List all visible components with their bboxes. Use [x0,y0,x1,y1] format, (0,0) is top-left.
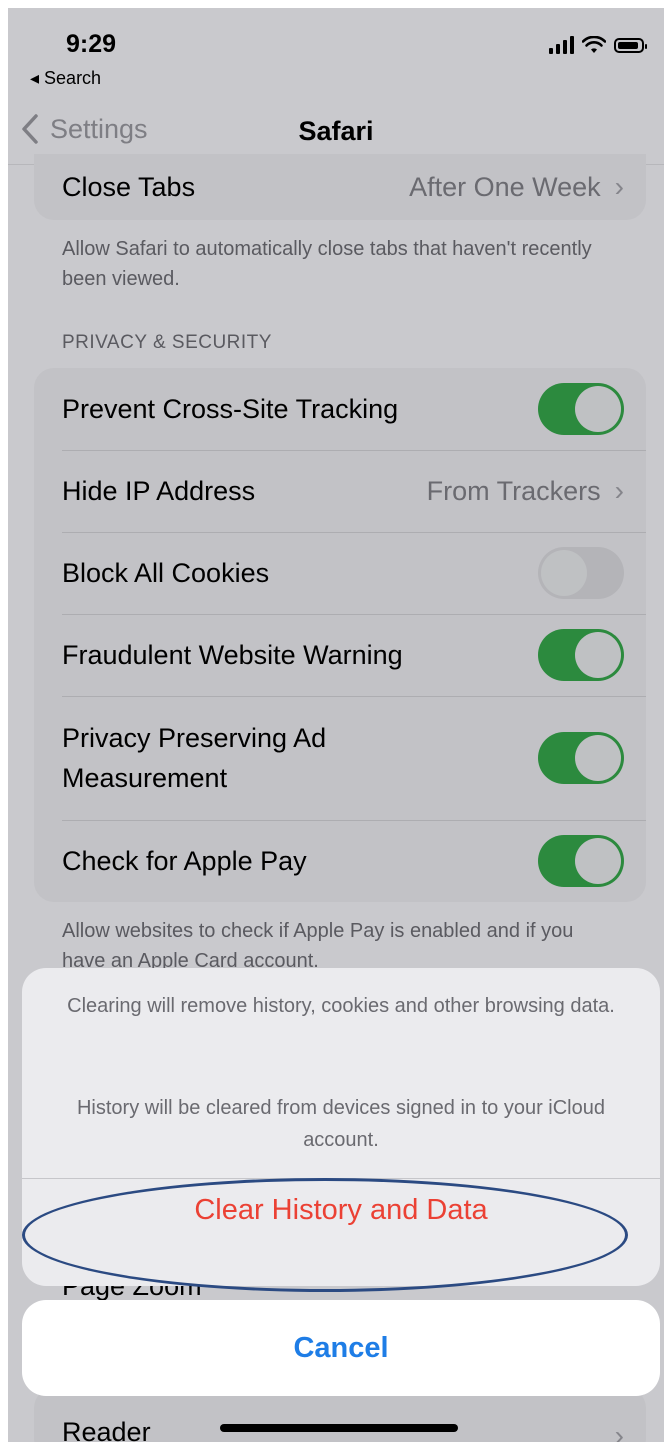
check-for-apple-pay-toggle[interactable] [538,835,624,887]
hide-ip-address-label: Hide IP Address [62,476,256,506]
chevron-right-icon: › [614,475,624,506]
status-icons [549,36,647,54]
safari-settings-screen: 9:29 ◂ Search Settings Safari Close Tabs… [8,8,664,1442]
wifi-icon [582,36,606,53]
chevron-right-icon: › [614,1420,624,1442]
chevron-right-icon: › [614,171,624,202]
apple-pay-footnote: Allow websites to check if Apple Pay is … [62,920,574,972]
close-tabs-row[interactable]: Close Tabs After One Week › [34,154,646,220]
block-all-cookies-label: Block All Cookies [62,558,270,588]
check-for-apple-pay-label: Check for Apple Pay [62,846,307,876]
fraudulent-website-warning-label: Fraudulent Website Warning [62,640,403,670]
sheet-message-secondary: History will be cleared from devices sig… [76,1097,605,1151]
cancel-button[interactable]: Cancel [22,1300,660,1396]
hide-ip-address-row[interactable]: Hide IP Address From Trackers › [34,450,646,532]
back-to-search-link[interactable]: ◂ Search [30,68,101,89]
sheet-message-primary: Clearing will remove history, cookies an… [67,995,615,1017]
page-title: Safari [298,116,374,146]
block-all-cookies-toggle[interactable] [538,547,624,599]
battery-icon [614,37,647,53]
privacy-preserving-ad-measurement-toggle[interactable] [538,732,624,784]
fraudulent-website-warning-toggle[interactable] [538,629,624,681]
close-tabs-label: Close Tabs [62,172,196,202]
prevent-cross-site-tracking-row: Prevent Cross-Site Tracking [34,368,646,450]
reader-card: Reader › [34,1388,646,1442]
hide-ip-address-value-text: From Trackers [426,475,601,506]
prevent-cross-site-tracking-toggle[interactable] [538,383,624,435]
status-time: 9:29 [66,30,117,58]
hide-ip-address-value: From Trackers › [427,475,624,507]
privacy-preserving-ad-measurement-row: Privacy Preserving Ad Measurement [34,696,646,820]
clear-history-and-data-button[interactable]: Clear History and Data [22,1179,660,1241]
close-tabs-value-text: After One Week [409,171,601,202]
privacy-section-header: PRIVACY & SECURITY [62,332,272,353]
check-for-apple-pay-row: Check for Apple Pay [34,820,646,902]
clear-history-action-sheet: Clearing will remove history, cookies an… [22,968,660,1286]
reader-label: Reader [62,1417,151,1442]
fraudulent-website-warning-row: Fraudulent Website Warning [34,614,646,696]
tabs-card: Close Tabs After One Week › [34,154,646,220]
privacy-card: Prevent Cross-Site Tracking Hide IP Addr… [34,368,646,902]
privacy-preserving-ad-measurement-label: Privacy Preserving Ad Measurement [62,723,327,793]
close-tabs-value: After One Week › [409,171,624,203]
prevent-cross-site-tracking-label: Prevent Cross-Site Tracking [62,394,399,424]
block-all-cookies-row: Block All Cookies [34,532,646,614]
home-indicator [220,1424,458,1432]
reader-row[interactable]: Reader › [34,1388,646,1442]
cellular-signal-icon [549,36,574,54]
close-tabs-footnote: Allow Safari to automatically close tabs… [62,238,592,290]
